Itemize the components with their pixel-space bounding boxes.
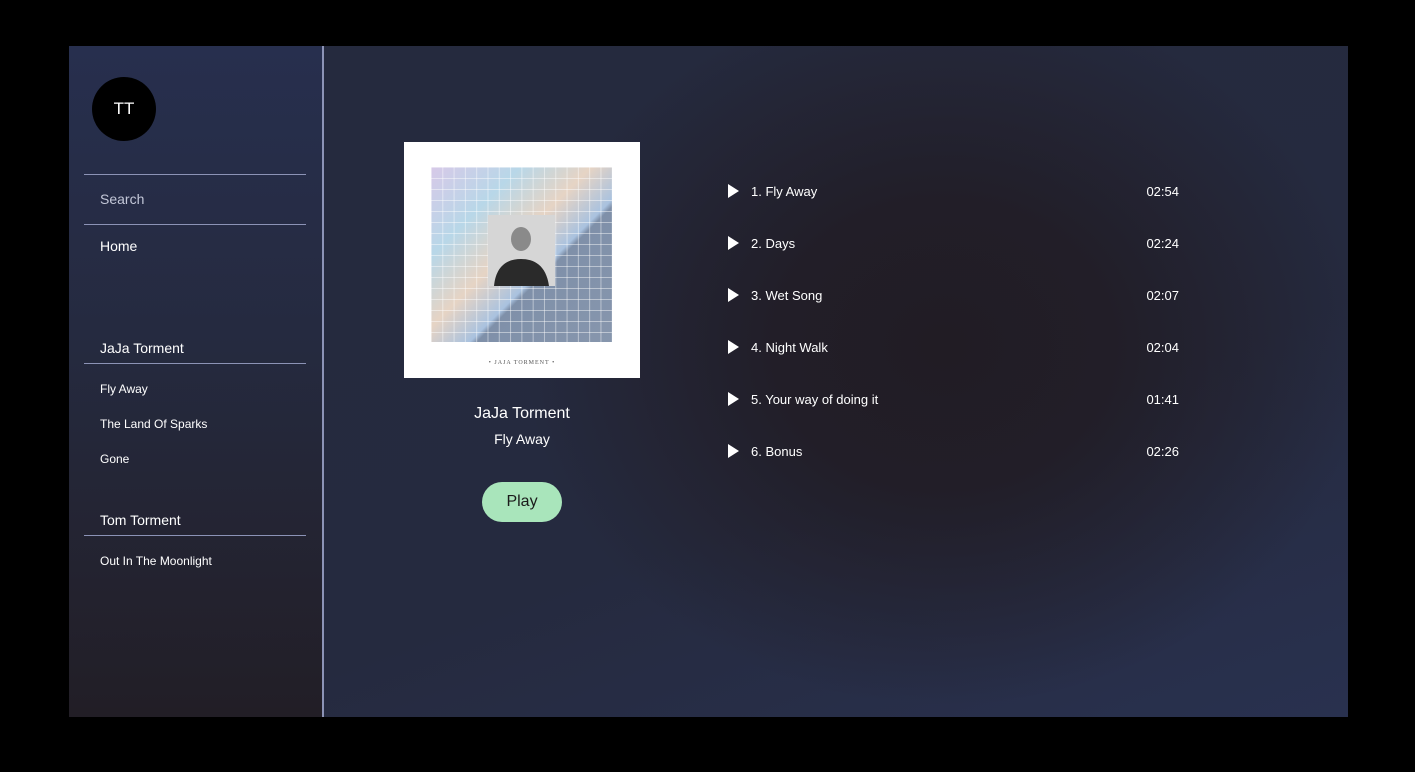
library-item-fly-away[interactable]: Fly Away	[100, 382, 148, 396]
play-button[interactable]: Play	[482, 482, 562, 522]
track-title: 3. Wet Song	[751, 287, 823, 303]
album-artist: JaJa Torment	[474, 405, 570, 422]
track-row[interactable]: 4. Night Walk 02:04	[725, 337, 1187, 357]
divider	[84, 224, 306, 225]
track-duration: 02:54	[1146, 183, 1179, 199]
app-window: TT Home JaJa Torment Fly Away The Land O…	[69, 46, 1348, 717]
play-icon[interactable]	[728, 236, 739, 250]
search-input[interactable]	[84, 175, 306, 223]
divider	[84, 363, 306, 364]
main-content: • JAJA TORMENT • JaJa Torment Fly Away P…	[324, 46, 1348, 717]
nav-home[interactable]: Home	[100, 238, 137, 254]
album-cover-caption: • JAJA TORMENT •	[488, 360, 556, 366]
play-icon[interactable]	[728, 288, 739, 302]
track-duration: 02:24	[1146, 235, 1179, 251]
track-title: 4. Night Walk	[751, 339, 828, 355]
track-duration: 02:07	[1146, 287, 1179, 303]
track-title: 5. Your way of doing it	[751, 391, 879, 407]
library-item-the-land-of-sparks[interactable]: The Land Of Sparks	[100, 417, 207, 431]
track-title: 6. Bonus	[751, 443, 803, 459]
track-row[interactable]: 5. Your way of doing it 01:41	[725, 389, 1187, 409]
library-artist-jaja-torment[interactable]: JaJa Torment	[100, 340, 184, 356]
library-item-gone[interactable]: Gone	[100, 452, 129, 466]
play-icon[interactable]	[728, 340, 739, 354]
track-row[interactable]: 1. Fly Away 02:54	[725, 181, 1187, 201]
album-cover-photo	[488, 215, 555, 286]
track-duration: 01:41	[1146, 391, 1179, 407]
avatar-initials: TT	[113, 99, 135, 118]
track-row[interactable]: 3. Wet Song 02:07	[725, 285, 1187, 305]
play-icon[interactable]	[728, 184, 739, 198]
play-icon[interactable]	[728, 444, 739, 458]
track-duration: 02:26	[1146, 443, 1179, 459]
album-cover-mosaic	[431, 167, 612, 342]
library-item-out-in-the-moonlight[interactable]: Out In The Moonlight	[100, 554, 212, 568]
album-title: Fly Away	[494, 431, 550, 447]
library-artist-tom-torment[interactable]: Tom Torment	[100, 512, 181, 528]
track-title: 2. Days	[751, 235, 796, 251]
play-icon[interactable]	[728, 392, 739, 406]
track-row[interactable]: 6. Bonus 02:26	[725, 441, 1187, 461]
track-row[interactable]: 2. Days 02:24	[725, 233, 1187, 253]
avatar[interactable]: TT	[92, 77, 156, 141]
sidebar: TT Home JaJa Torment Fly Away The Land O…	[69, 46, 324, 717]
track-title: 1. Fly Away	[751, 183, 818, 199]
track-duration: 02:04	[1146, 339, 1179, 355]
album-cover: • JAJA TORMENT •	[404, 142, 640, 378]
divider	[84, 535, 306, 536]
